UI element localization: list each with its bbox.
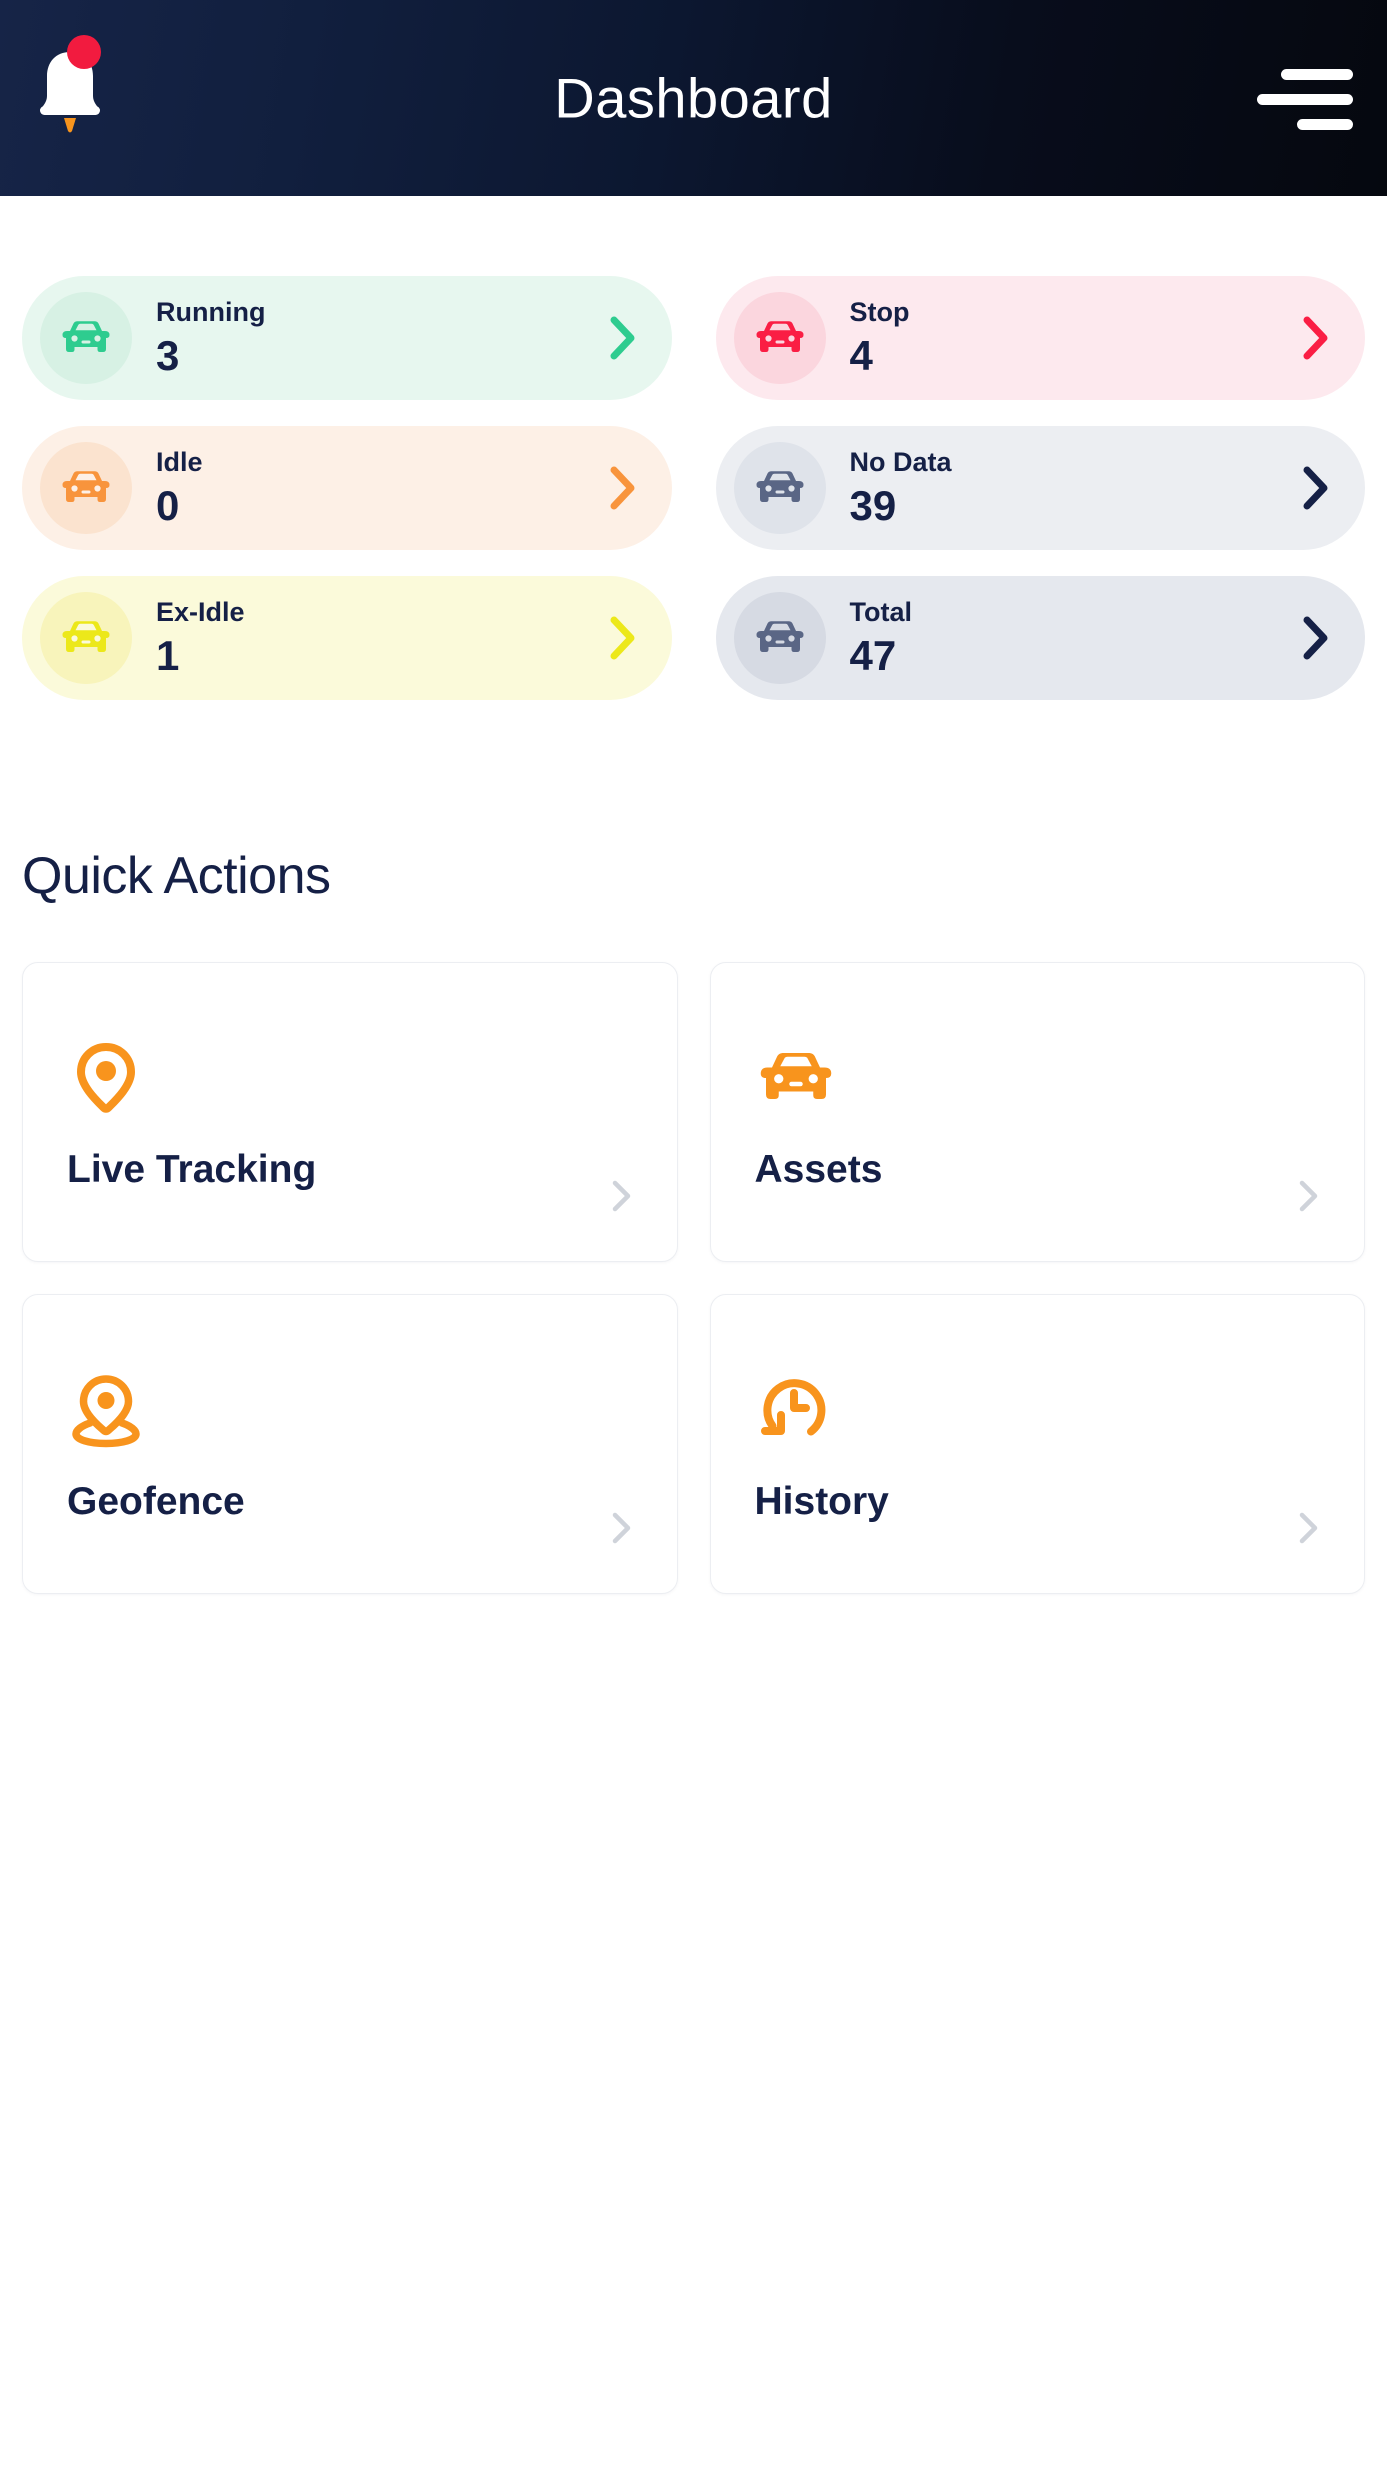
quick-action-icon bbox=[755, 1039, 1365, 1117]
chevron-right-icon[interactable] bbox=[1293, 465, 1339, 511]
car-icon bbox=[62, 471, 110, 502]
status-card-text: Running 3 bbox=[156, 296, 600, 380]
geofence-pin-icon bbox=[72, 1375, 140, 1448]
quick-action-label: Geofence bbox=[67, 1480, 245, 1523]
quick-action-icon bbox=[67, 1371, 677, 1449]
status-card-value: 4 bbox=[849, 331, 873, 379]
quick-action-icon bbox=[755, 1371, 1365, 1449]
notification-badge-dot bbox=[67, 35, 101, 69]
quick-action-assets[interactable]: Assets bbox=[709, 962, 1365, 1262]
status-card-label: Idle bbox=[156, 446, 203, 477]
page-title: Dashboard bbox=[554, 66, 833, 130]
chevron-right-icon[interactable] bbox=[1293, 315, 1339, 361]
status-card-text: Ex-Idle 1 bbox=[156, 596, 600, 680]
car-icon bbox=[760, 1052, 831, 1099]
status-card-total[interactable]: Total 47 bbox=[715, 576, 1365, 700]
status-card-running[interactable]: Running 3 bbox=[22, 276, 672, 400]
status-card-stop[interactable]: Stop 4 bbox=[715, 276, 1365, 400]
status-icon-circle bbox=[733, 592, 826, 684]
quick-action-label: Assets bbox=[754, 1148, 883, 1191]
status-card-label: Ex-Idle bbox=[156, 596, 245, 627]
status-card-value: 0 bbox=[156, 481, 180, 529]
status-icon-circle bbox=[733, 292, 826, 384]
status-card-value: 39 bbox=[849, 481, 897, 529]
status-card-text: Stop 4 bbox=[850, 296, 1294, 380]
status-icon-circle bbox=[40, 592, 132, 684]
quick-actions-grid: Live Tracking Assets Geofence History bbox=[0, 962, 1387, 1594]
status-card-idle[interactable]: Idle 0 bbox=[22, 426, 672, 550]
status-card-ex-idle[interactable]: Ex-Idle 1 bbox=[22, 576, 672, 700]
status-card-text: Total 47 bbox=[850, 596, 1294, 680]
quick-action-geofence[interactable]: Geofence bbox=[22, 1294, 678, 1594]
chevron-right-icon[interactable] bbox=[1296, 1179, 1322, 1213]
map-pin-icon bbox=[77, 1043, 135, 1113]
clock-history-icon bbox=[760, 1379, 825, 1436]
chevron-right-icon[interactable] bbox=[1293, 615, 1339, 661]
status-card-label: No Data bbox=[849, 446, 952, 477]
car-icon bbox=[62, 621, 110, 652]
chevron-right-icon[interactable] bbox=[609, 1179, 635, 1213]
chevron-right-icon[interactable] bbox=[600, 615, 646, 661]
status-card-value: 47 bbox=[849, 631, 897, 679]
chevron-right-icon[interactable] bbox=[1296, 1511, 1322, 1545]
hamburger-bar-2 bbox=[1257, 94, 1353, 105]
status-card-grid: Running 3 Stop 4 Idle 0 No Data 39 Ex-Id… bbox=[0, 196, 1387, 700]
quick-action-label: Live Tracking bbox=[67, 1148, 317, 1191]
status-card-value: 1 bbox=[156, 631, 180, 679]
hamburger-bar-1 bbox=[1281, 69, 1353, 80]
app-header: Dashboard bbox=[0, 0, 1387, 196]
chevron-right-icon[interactable] bbox=[609, 1511, 635, 1545]
status-card-label: Running bbox=[156, 296, 266, 327]
quick-action-icon bbox=[67, 1039, 677, 1117]
hamburger-menu-icon[interactable] bbox=[1257, 65, 1353, 131]
status-card-text: Idle 0 bbox=[156, 446, 600, 530]
status-card-label: Total bbox=[849, 596, 913, 627]
status-icon-circle bbox=[733, 442, 826, 534]
car-icon bbox=[756, 321, 803, 352]
car-icon bbox=[756, 471, 803, 502]
status-card-text: No Data 39 bbox=[850, 446, 1294, 530]
status-card-label: Stop bbox=[849, 296, 910, 327]
quick-action-live-tracking[interactable]: Live Tracking bbox=[22, 962, 678, 1262]
quick-actions-heading: Quick Actions bbox=[22, 847, 331, 905]
quick-action-label: History bbox=[754, 1480, 889, 1523]
status-icon-circle bbox=[40, 442, 132, 534]
chevron-right-icon[interactable] bbox=[600, 465, 646, 511]
chevron-right-icon[interactable] bbox=[600, 315, 646, 361]
car-icon bbox=[62, 321, 110, 352]
status-card-value: 3 bbox=[156, 331, 180, 379]
quick-action-history[interactable]: History bbox=[709, 1294, 1365, 1594]
hamburger-bar-3 bbox=[1297, 119, 1353, 130]
car-icon bbox=[756, 621, 803, 652]
status-icon-circle bbox=[40, 292, 132, 384]
status-card-no-data[interactable]: No Data 39 bbox=[715, 426, 1365, 550]
